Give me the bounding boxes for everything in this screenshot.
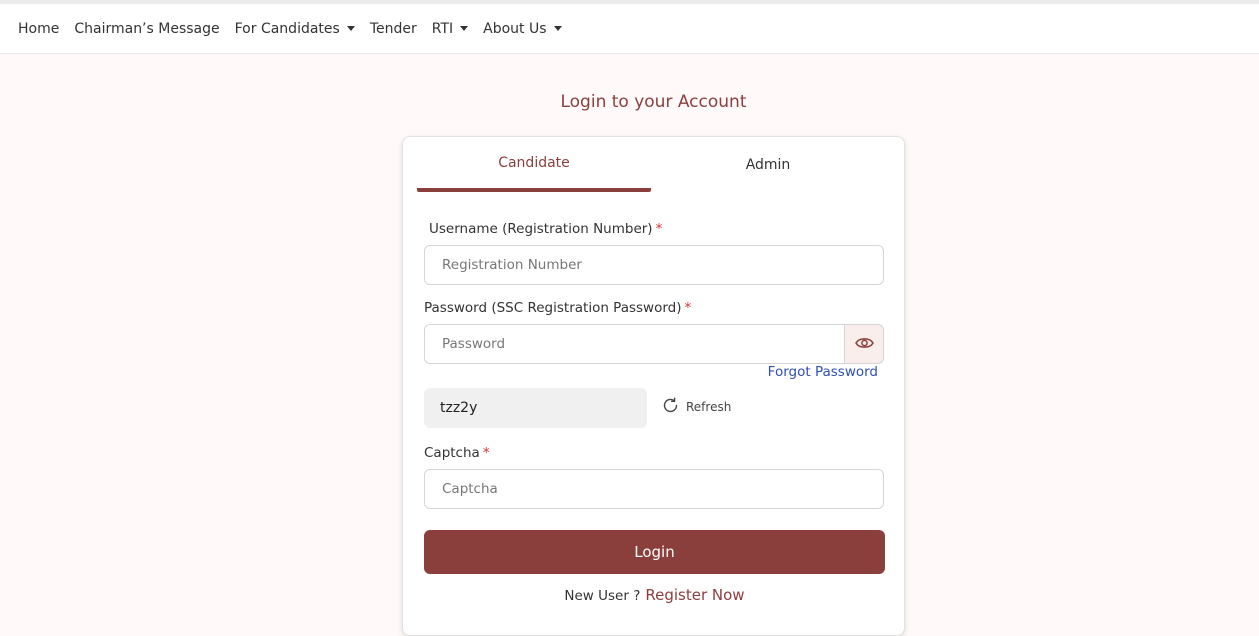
caret-down-icon [553, 25, 562, 31]
password-field-group [424, 324, 884, 364]
tab-candidate-label: Candidate [498, 154, 570, 171]
eye-icon [854, 335, 874, 354]
nav-about-us-label: About Us [483, 21, 547, 37]
password-label-text: Password (SSC Registration Password) [424, 300, 682, 316]
register-now-link[interactable]: Register Now [645, 586, 744, 604]
page-title: Login to your Account [560, 92, 747, 112]
captcha-image: tzz2y [424, 388, 647, 428]
nav-rti[interactable]: RTI [431, 21, 469, 37]
username-label: Username (Registration Number) * [429, 221, 662, 237]
username-label-text: Username (Registration Number) [429, 221, 653, 237]
tab-admin[interactable]: Admin [651, 137, 885, 192]
nav-rti-label: RTI [431, 21, 454, 37]
nav-for-candidates-label: For Candidates [234, 21, 340, 37]
refresh-captcha-button[interactable]: Refresh [662, 397, 731, 417]
captcha-label-text: Captcha [424, 445, 480, 461]
nav-about-us[interactable]: About Us [483, 21, 562, 37]
nav-chairmans-message[interactable]: Chairman’s Message [74, 21, 219, 37]
caret-down-icon [460, 25, 469, 31]
nav-home-label: Home [18, 21, 60, 37]
tab-admin-label: Admin [745, 156, 791, 173]
username-input[interactable] [424, 245, 884, 285]
nav-home[interactable]: Home [18, 21, 59, 37]
captcha-input[interactable] [424, 469, 884, 509]
login-tabs: Candidate Admin [417, 137, 885, 192]
required-mark: * [482, 445, 490, 461]
password-input[interactable] [424, 324, 845, 364]
show-password-button[interactable] [844, 324, 884, 364]
login-card: Candidate Admin Username (Registration N… [402, 136, 905, 636]
forgot-password-link[interactable]: Forgot Password [768, 364, 878, 380]
nav-chairmans-message-label: Chairman’s Message [74, 21, 220, 37]
tab-candidate[interactable]: Candidate [417, 137, 651, 192]
top-navbar: Home Chairman’s Message For Candidates T… [0, 0, 1259, 54]
required-mark: * [655, 221, 663, 237]
caret-down-icon [346, 25, 355, 31]
refresh-label: Refresh [686, 400, 732, 414]
password-label: Password (SSC Registration Password) * [424, 300, 691, 316]
nav-tender[interactable]: Tender [370, 21, 417, 37]
refresh-icon [662, 397, 686, 417]
nav-for-candidates[interactable]: For Candidates [235, 21, 355, 37]
nav-tender-label: Tender [369, 21, 417, 37]
required-mark: * [684, 300, 692, 316]
register-row: New User ? Register Now [403, 586, 906, 604]
main-nav: Home Chairman’s Message For Candidates T… [18, 4, 577, 54]
login-button[interactable]: Login [424, 530, 885, 574]
captcha-label: Captcha * [424, 445, 490, 461]
new-user-text: New User ? [564, 588, 641, 604]
